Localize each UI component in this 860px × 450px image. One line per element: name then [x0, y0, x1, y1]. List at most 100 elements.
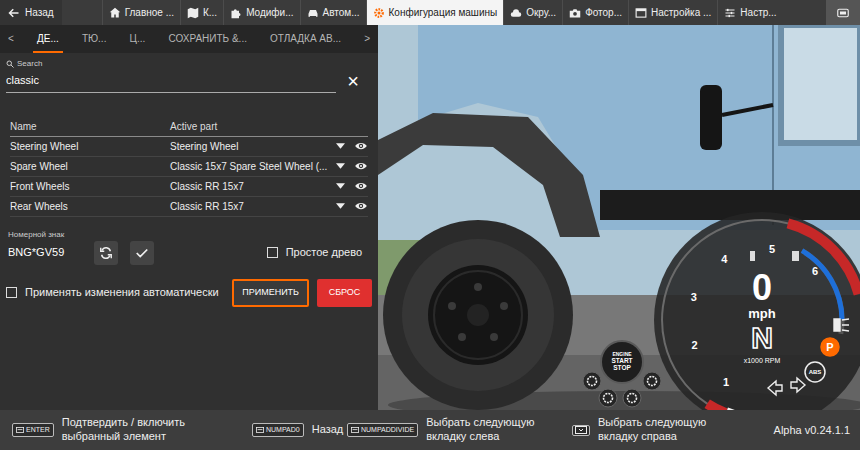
active-part-select[interactable]: Steering Wheel — [170, 137, 336, 156]
subtab[interactable]: ТЮ... — [78, 25, 111, 53]
dropdown-toggle[interactable] — [336, 183, 350, 189]
simple-tree-checkbox[interactable]: Простое древо — [267, 244, 362, 261]
subtab[interactable]: Ц... — [126, 25, 150, 53]
subtab-prev[interactable]: < — [4, 25, 18, 53]
dashboard-hud: 1234560mphNx1000 RPMPABSENGINESTARTSTOP — [583, 212, 860, 410]
license-plate-input[interactable] — [8, 242, 86, 264]
menu-tab[interactable]: К... — [180, 0, 223, 25]
controller-button[interactable] — [826, 0, 860, 25]
menu-tab[interactable]: Настройка ... — [628, 0, 717, 25]
randomize-plate-button[interactable] — [94, 241, 118, 265]
indicator-lamp — [805, 362, 825, 382]
fuel-pump-icon — [792, 251, 799, 261]
handbrake-button[interactable] — [643, 372, 661, 390]
subtab[interactable]: ДЕ... — [33, 25, 63, 53]
apply-button[interactable]: ПРИМЕНИТЬ — [232, 279, 309, 307]
start-stop-label: START — [611, 357, 632, 364]
menu-tab-label: Главное ... — [125, 5, 174, 20]
part-row[interactable]: Spare WheelClassic 15x7 Spare Steel Whee… — [10, 157, 368, 177]
dropdown-toggle[interactable] — [336, 143, 350, 149]
dropdown-toggle[interactable] — [336, 203, 350, 209]
subtab-next[interactable]: > — [360, 25, 374, 53]
active-part-select[interactable]: Classic RR 15x7 — [170, 177, 336, 196]
top-menu-bar: Назад Главное ... К...Модифи... Автом... Кон… — [0, 0, 860, 25]
driver-button[interactable] — [623, 389, 641, 407]
hud-button-disc — [643, 372, 661, 390]
menu-tab[interactable]: Окру... — [503, 0, 562, 25]
column-header: Name — [10, 117, 170, 136]
fuel-fill — [802, 251, 842, 320]
subtab-bar: < ДЕ... ТЮ... Ц... СОХРАНИТЬ &... ОТЛАДКА АВ.… — [0, 25, 378, 53]
hint-text: Выбрать следующую вкладку справа — [598, 416, 716, 444]
eye-icon — [354, 141, 368, 151]
eye-icon — [354, 161, 368, 171]
visibility-toggle[interactable] — [350, 161, 368, 171]
controller-icon — [837, 7, 849, 19]
part-row[interactable]: Front WheelsClassic RR 15x7 — [10, 177, 368, 197]
rpm-tick-label: 4 — [721, 253, 728, 265]
part-row[interactable]: Steering WheelSteering Wheel — [10, 137, 368, 157]
window-icon — [635, 7, 647, 19]
gear-icon — [373, 7, 385, 19]
search-input[interactable] — [6, 70, 336, 93]
menu-tab[interactable]: Фотор... — [562, 0, 628, 25]
wheel-button[interactable] — [583, 372, 601, 390]
back-arrow-icon — [8, 7, 20, 19]
map-icon — [187, 7, 199, 19]
home-icon — [109, 7, 121, 19]
driver-icon — [628, 394, 637, 403]
caret-down-icon — [336, 143, 345, 149]
part-slot-name: Spare Wheel — [10, 157, 170, 176]
start-stop-label: STOP — [613, 364, 631, 371]
indicator-label: ABS — [809, 369, 822, 375]
auto-apply-checkbox-box[interactable] — [6, 287, 17, 298]
visibility-toggle[interactable] — [350, 201, 368, 211]
menu-tab-label: Фотор... — [585, 5, 622, 20]
license-plate-label: Номерной знак — [8, 229, 372, 241]
gauge-dial — [654, 212, 860, 410]
headlight-icon — [834, 319, 849, 331]
hint-text: Выбрать следующую вкладку слева — [426, 416, 544, 444]
engine-start-stop-button[interactable]: ENGINESTARTSTOP — [601, 341, 643, 383]
part-row[interactable]: Rear WheelsClassic RR 15x7 — [10, 197, 368, 217]
rpm-tick-label: 1 — [723, 376, 729, 388]
active-part-select[interactable]: Classic 15x7 Spare Steel Wheel (... — [170, 157, 336, 176]
simple-tree-checkbox-box[interactable] — [267, 247, 278, 258]
actions-row: Применять изменения автоматически ПРИМЕНИ… — [0, 279, 378, 307]
menu-tab[interactable]: Конфигурация машины — [366, 0, 504, 25]
menu-tab[interactable]: Автом... — [300, 0, 366, 25]
refresh-icon — [99, 246, 113, 260]
control-hint: Выбрать следующую вкладку справа — [572, 416, 716, 444]
clear-search-button[interactable]: × — [336, 71, 370, 91]
active-part-select[interactable]: Classic RR 15x7 — [170, 197, 336, 216]
hint-text: Назад — [312, 423, 344, 437]
magnifier-icon — [6, 60, 14, 68]
reset-button[interactable]: СБРОС — [317, 279, 372, 307]
apply-plate-button[interactable] — [130, 241, 154, 265]
menu-tab-label: Конфигурация машины — [389, 5, 498, 20]
eye-icon — [354, 201, 368, 211]
simple-tree-checkbox-label: Простое древо — [286, 244, 362, 261]
menu-tab[interactable]: Модифи... — [223, 0, 299, 25]
menu-tab-label: Автом... — [323, 5, 360, 20]
caret-down-icon — [336, 203, 345, 209]
subtab[interactable]: СОХРАНИТЬ &... — [164, 25, 251, 53]
indicator-lamp — [821, 338, 839, 356]
rpm-tick-label: 5 — [769, 243, 775, 255]
visibility-toggle[interactable] — [350, 181, 368, 191]
back-button[interactable]: Назад — [0, 0, 62, 25]
weather-icon — [510, 7, 522, 19]
handbrake-icon — [648, 377, 657, 386]
auto-apply-checkbox[interactable]: Применять изменения автоматически — [6, 284, 219, 301]
menu-tab-label: Окру... — [526, 5, 556, 20]
wheel-icon — [604, 394, 613, 403]
rpm-tick-label: 6 — [812, 265, 818, 277]
visibility-toggle[interactable] — [350, 141, 368, 151]
dropdown-toggle[interactable] — [336, 163, 350, 169]
wheel-button[interactable] — [599, 389, 617, 407]
puzzle-icon — [230, 7, 242, 19]
keyboard-icon — [351, 427, 359, 433]
menu-tab[interactable]: Настр... — [717, 0, 782, 25]
menu-tab[interactable]: Главное ... — [102, 0, 180, 25]
subtab[interactable]: ОТЛАДКА АВ... — [266, 25, 345, 53]
